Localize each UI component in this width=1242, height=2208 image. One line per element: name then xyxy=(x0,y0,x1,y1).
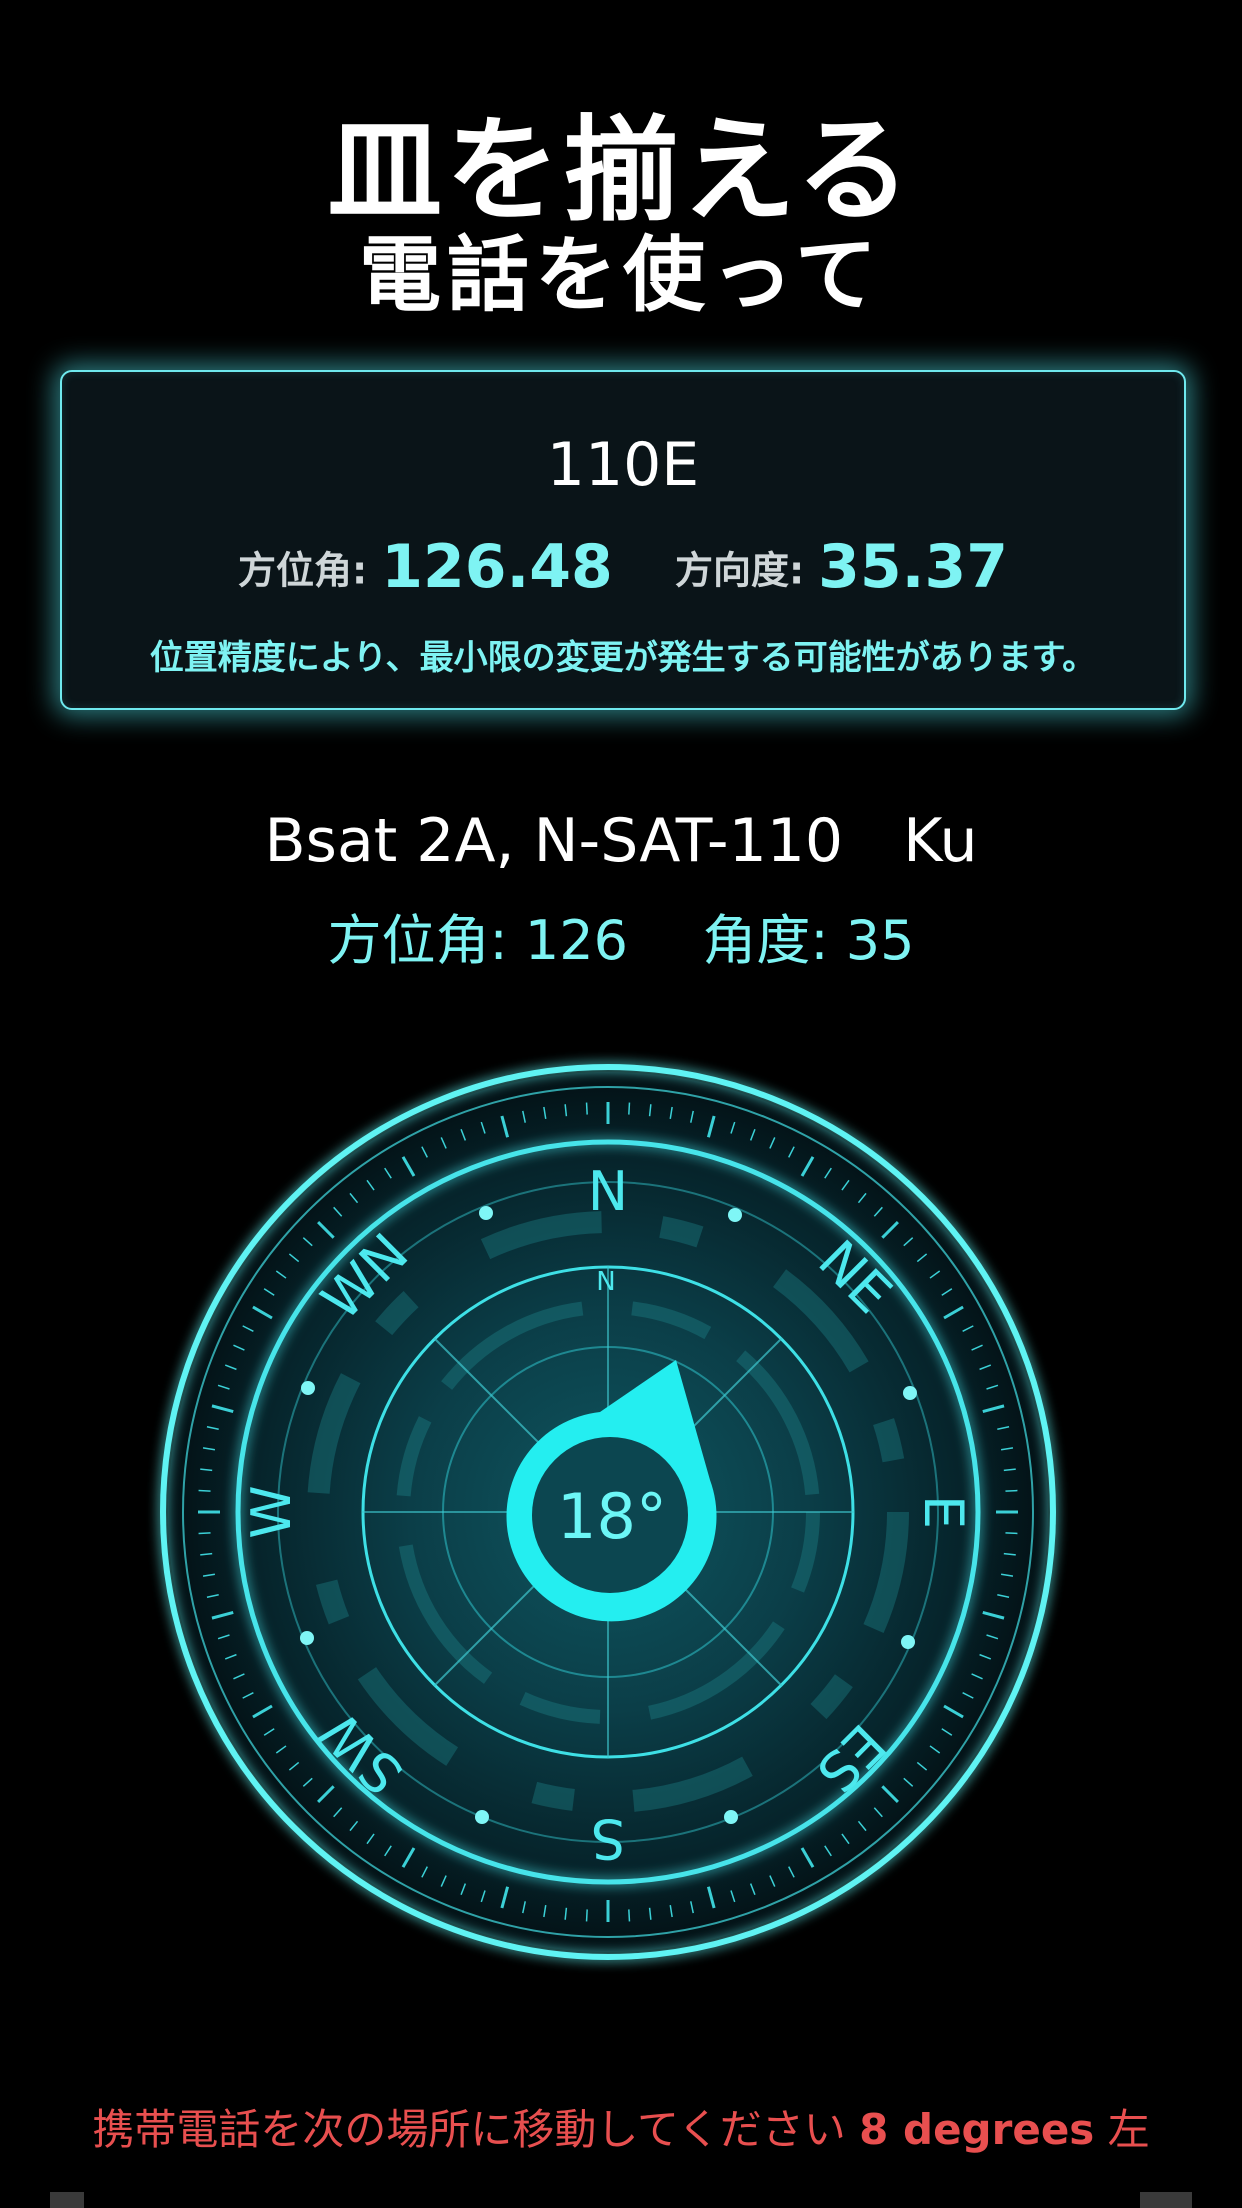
tick-mark xyxy=(198,1532,211,1535)
tick-mark xyxy=(198,1489,211,1492)
instruction-direction: 左 xyxy=(1094,2105,1150,2154)
tick-mark xyxy=(1005,1532,1018,1535)
instruction-degrees: 8 degrees xyxy=(859,2105,1095,2154)
tick-mark xyxy=(628,1909,631,1922)
tick-mark xyxy=(585,1909,588,1922)
label-inner-n: N xyxy=(596,1267,615,1297)
instruction-text: 携帯電話を次の場所に移動してください 8 degrees 左 xyxy=(0,2096,1242,2157)
nav-handle-right xyxy=(1140,2192,1192,2208)
tick-mark xyxy=(1005,1489,1018,1492)
instruction-prefix: 携帯電話を次の場所に移動してください xyxy=(92,2105,860,2154)
label-w: W xyxy=(240,1485,303,1538)
label-n: N xyxy=(588,1160,628,1223)
label-e: E xyxy=(912,1495,975,1529)
label-s: S xyxy=(591,1807,625,1870)
heading-value: 18° xyxy=(557,1480,667,1553)
tick-mark xyxy=(628,1102,631,1115)
compass-dial: N NE E ES S SW W WN N 18° xyxy=(160,1064,1056,1960)
tick-mark xyxy=(585,1102,588,1115)
nav-handle-left xyxy=(50,2192,84,2208)
